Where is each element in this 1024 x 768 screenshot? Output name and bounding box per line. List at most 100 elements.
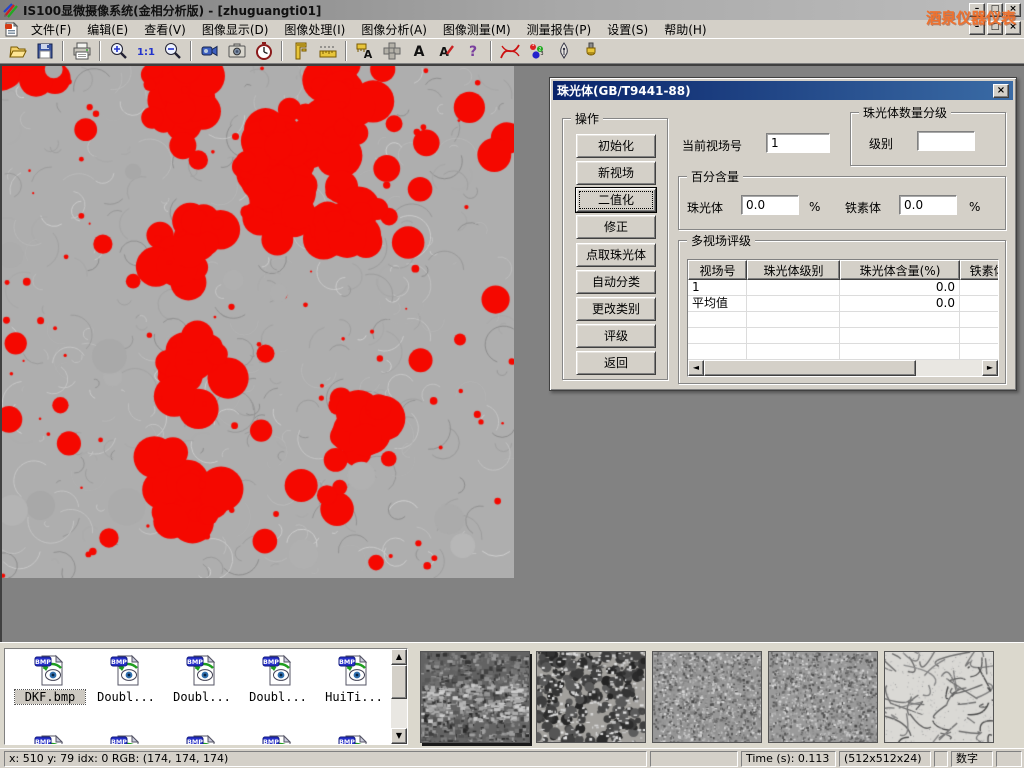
classify-icon[interactable]: 123 (523, 39, 550, 63)
status-image-size: (512x512x24) (839, 751, 931, 767)
file-item[interactable]: BMP (167, 733, 237, 745)
multifield-table[interactable]: 视场号 珠光体级别 珠光体含量(%) 铁素体含量(%) 1 0.0 平均值 0.… (687, 259, 999, 377)
application-window: IS100显微摄像系统(金相分析版) - [zhuguangti01] – □ … (0, 0, 1024, 768)
file-name[interactable]: HuiTi... (319, 690, 389, 704)
menu-help[interactable]: 帮助(H) (656, 20, 714, 39)
file-item[interactable]: BMP DKF.bmp (15, 653, 85, 704)
zoom-in-icon[interactable] (105, 39, 132, 63)
thumbnail-1[interactable] (420, 651, 530, 743)
menu-image-measure[interactable]: 图像测量(M) (435, 20, 519, 39)
thumbnail-3[interactable] (652, 651, 762, 743)
menu-edit[interactable]: 编辑(E) (79, 20, 136, 39)
file-item[interactable]: BMP (319, 733, 389, 745)
file-browser[interactable]: BMP DKF.bmp BMP Doubl... BMP Doubl... BM… (4, 648, 408, 745)
curve-tool-icon[interactable] (496, 39, 523, 63)
pick-pearlite-button[interactable]: 点取珠光体 (576, 243, 656, 267)
text-icon[interactable]: A (405, 39, 432, 63)
correct-button[interactable]: 修正 (576, 215, 656, 239)
current-field-input[interactable] (766, 133, 830, 153)
child-restore-button[interactable]: □ (987, 21, 1003, 35)
svg-text:A: A (413, 44, 424, 60)
dialog-close-icon[interactable]: × (993, 84, 1009, 98)
menu-view[interactable]: 查看(V) (136, 20, 194, 39)
zoom-out-icon[interactable] (159, 39, 186, 63)
menu-settings[interactable]: 设置(S) (599, 20, 656, 39)
file-name[interactable]: Doubl... (243, 690, 313, 704)
scrollbar-thumb[interactable] (391, 665, 407, 699)
col-pearlite-content: 珠光体含量(%) (840, 260, 960, 280)
scroll-up-icon[interactable]: ▲ (391, 649, 407, 665)
cell (960, 296, 999, 312)
brush-icon[interactable] (577, 39, 604, 63)
file-name[interactable]: DKF.bmp (15, 690, 85, 704)
pearlite-label: 珠光体 (687, 199, 723, 216)
save-icon[interactable] (31, 39, 58, 63)
measure-text-icon[interactable]: A (351, 39, 378, 63)
rate-button[interactable]: 评级 (576, 324, 656, 348)
pen-icon[interactable] (550, 39, 577, 63)
table-row[interactable]: 平均值 0.0 (688, 296, 998, 312)
file-item[interactable]: BMP HuiTi... (319, 653, 389, 704)
operation-group: 操作 初始化 新视场 二值化 修正 点取珠光体 自动分类 更改类别 评级 返回 (562, 118, 668, 380)
table-row[interactable]: 1 0.0 (688, 280, 998, 296)
file-item[interactable]: BMP Doubl... (243, 653, 313, 704)
child-minimize-button[interactable]: – (969, 21, 985, 35)
file-item[interactable]: BMP (91, 733, 161, 745)
thumbnail-5[interactable] (884, 651, 994, 743)
file-item[interactable]: BMP Doubl... (91, 653, 161, 704)
bmp-file-icon: BMP (110, 676, 142, 690)
scroll-down-icon[interactable]: ▼ (391, 728, 407, 744)
dialog-title-bar[interactable]: 珠光体(GB/T9441-88) × (553, 81, 1013, 100)
actual-size-icon[interactable]: 1:1 (132, 39, 159, 63)
video-capture-icon[interactable] (196, 39, 223, 63)
menu-image-analysis[interactable]: 图像分析(A) (353, 20, 435, 39)
metallograph-canvas[interactable] (2, 66, 514, 578)
change-class-button[interactable]: 更改类别 (576, 297, 656, 321)
open-icon[interactable] (4, 39, 31, 63)
document-icon[interactable] (4, 22, 19, 37)
return-button[interactable]: 返回 (576, 351, 656, 375)
table-horizontal-scrollbar[interactable]: ◄ ► (688, 360, 998, 376)
thumbnail-4[interactable] (768, 651, 878, 743)
init-button[interactable]: 初始化 (576, 134, 656, 158)
file-list-scrollbar[interactable]: ▲ ▼ (391, 649, 407, 744)
file-item[interactable]: BMP (243, 733, 313, 745)
auto-classify-button[interactable]: 自动分类 (576, 270, 656, 294)
minimize-button[interactable]: – (969, 3, 985, 17)
annotate-icon[interactable]: A (432, 39, 459, 63)
svg-text:BMP: BMP (111, 658, 127, 666)
file-name[interactable]: Doubl... (91, 690, 161, 704)
thumbnail-2[interactable] (536, 651, 646, 743)
file-name[interactable]: Doubl... (167, 690, 237, 704)
snapshot-icon[interactable] (223, 39, 250, 63)
ferrite-percent-input[interactable] (899, 195, 957, 215)
print-icon[interactable] (68, 39, 95, 63)
ferrite-percent-sign: % (969, 200, 980, 214)
child-close-button[interactable]: × (1005, 21, 1021, 35)
maximize-button[interactable]: □ (987, 3, 1003, 17)
table-row (688, 344, 998, 360)
binarize-button[interactable]: 二值化 (576, 188, 656, 212)
new-field-button[interactable]: 新视场 (576, 161, 656, 185)
scrollbar-thumb[interactable] (704, 360, 916, 376)
file-item[interactable]: BMP (15, 733, 85, 745)
ruler-icon[interactable] (314, 39, 341, 63)
close-button[interactable]: × (1005, 3, 1021, 17)
caliper-icon[interactable] (287, 39, 314, 63)
menu-file[interactable]: 文件(F) (23, 20, 79, 39)
window-title: IS100显微摄像系统(金相分析版) - [zhuguangti01] (23, 2, 321, 19)
help-icon[interactable]: ? (459, 39, 486, 63)
grid-icon[interactable] (378, 39, 405, 63)
level-input[interactable] (917, 131, 975, 151)
timer-icon[interactable] (250, 39, 277, 63)
menu-image-processing[interactable]: 图像处理(I) (276, 20, 353, 39)
scroll-right-icon[interactable]: ► (982, 360, 998, 376)
menu-image-display[interactable]: 图像显示(D) (194, 20, 277, 39)
pearlite-percent-input[interactable] (741, 195, 799, 215)
file-item[interactable]: BMP Doubl... (167, 653, 237, 704)
menu-measure-report[interactable]: 测量报告(P) (519, 20, 600, 39)
status-empty (650, 751, 738, 767)
scroll-left-icon[interactable]: ◄ (688, 360, 704, 376)
ferrite-label: 铁素体 (845, 199, 881, 216)
bmp-file-icon: BMP (262, 676, 294, 690)
